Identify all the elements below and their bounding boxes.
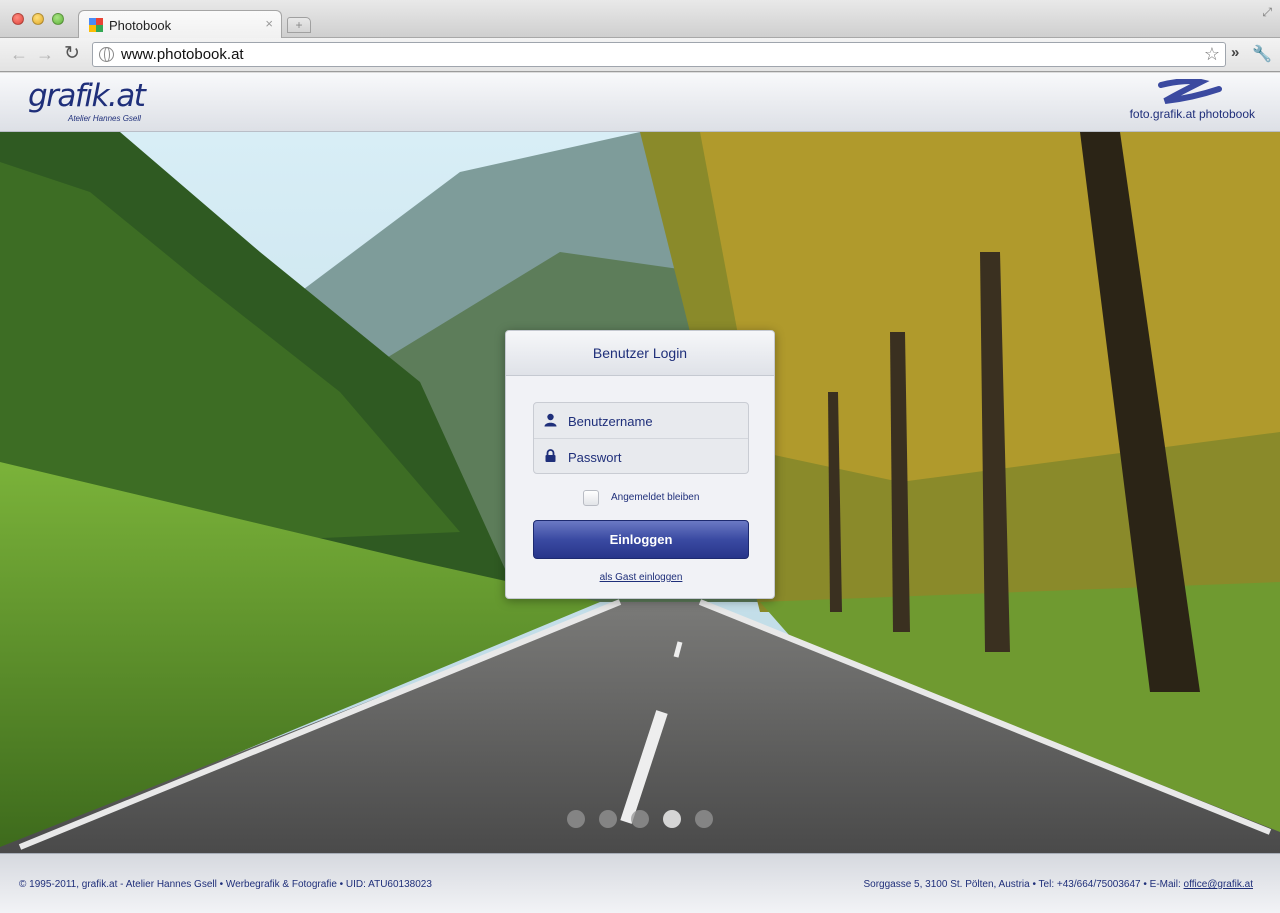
brand-swoosh-icon [1158, 79, 1222, 104]
wrench-icon[interactable]: 🔧 [1252, 44, 1272, 64]
forward-button[interactable]: → [36, 44, 54, 64]
footer-copyright: © 1995-2011, grafik.at - Atelier Hannes … [19, 879, 432, 890]
fullscreen-icon[interactable]: ⤢ [1262, 5, 1272, 20]
close-tab-icon[interactable]: × [265, 16, 273, 32]
tab-photobook[interactable]: Photobook × [78, 10, 282, 39]
photobook-brand: foto.grafik.at photobook [1125, 79, 1255, 127]
password-field[interactable] [534, 438, 748, 473]
remember-label[interactable]: Angemeldet bleiben [611, 492, 699, 503]
favicon-icon [89, 18, 103, 32]
brand-text: foto.grafik.at photobook [1129, 107, 1255, 121]
tab-title: Photobook [109, 18, 172, 33]
new-tab-button[interactable]: + [287, 17, 311, 33]
footer-email-link[interactable]: office@grafik.at [1184, 879, 1253, 890]
zoom-window-button[interactable] [52, 13, 64, 25]
address-bar[interactable]: www.photobook.at ☆ [92, 42, 1226, 67]
close-window-button[interactable] [12, 13, 24, 25]
slideshow-dot[interactable] [631, 810, 649, 828]
username-field[interactable] [534, 403, 748, 438]
password-input[interactable] [568, 447, 743, 467]
slideshow-dot[interactable] [599, 810, 617, 828]
slideshow-dot[interactable] [663, 810, 681, 828]
bookmark-star-icon[interactable]: ☆ [1204, 44, 1220, 65]
back-button[interactable]: ← [10, 44, 28, 64]
login-title: Benutzer Login [506, 331, 774, 376]
logo-subtitle: Atelier Hannes Gsell [68, 114, 141, 123]
login-button[interactable]: Einloggen [533, 520, 749, 559]
extensions-overflow-icon[interactable]: » [1231, 44, 1239, 61]
footer-address: Sorggasse 5, 3100 St. Pölten, Austria • … [863, 879, 1184, 890]
site-footer: © 1995-2011, grafik.at - Atelier Hannes … [0, 853, 1280, 913]
logo-text: grafik.at [28, 78, 146, 114]
browser-toolbar: ← → ↻ www.photobook.at ☆ » 🔧 [0, 38, 1280, 72]
login-panel: Benutzer Login Angemeldet bleiben Einlog… [505, 330, 775, 599]
remember-checkbox[interactable] [583, 490, 599, 506]
username-input[interactable] [568, 411, 743, 431]
user-icon [544, 413, 557, 427]
site-header: grafik.at Atelier Hannes Gsell foto.graf… [0, 73, 1280, 132]
slideshow-dot[interactable] [695, 810, 713, 828]
globe-icon [99, 47, 114, 62]
url-text[interactable]: www.photobook.at [121, 46, 244, 63]
credentials-group [533, 402, 749, 474]
browser-tabbar: Photobook × + ⤢ [0, 0, 1280, 39]
guest-login-link[interactable]: als Gast einloggen [506, 572, 774, 583]
lock-icon [545, 449, 556, 462]
minimize-window-button[interactable] [32, 13, 44, 25]
grafik-logo[interactable]: grafik.at Atelier Hannes Gsell [28, 78, 146, 123]
reload-button[interactable]: ↻ [64, 44, 80, 64]
footer-contact: Sorggasse 5, 3100 St. Pölten, Austria • … [863, 879, 1253, 890]
slideshow-dot[interactable] [567, 810, 585, 828]
